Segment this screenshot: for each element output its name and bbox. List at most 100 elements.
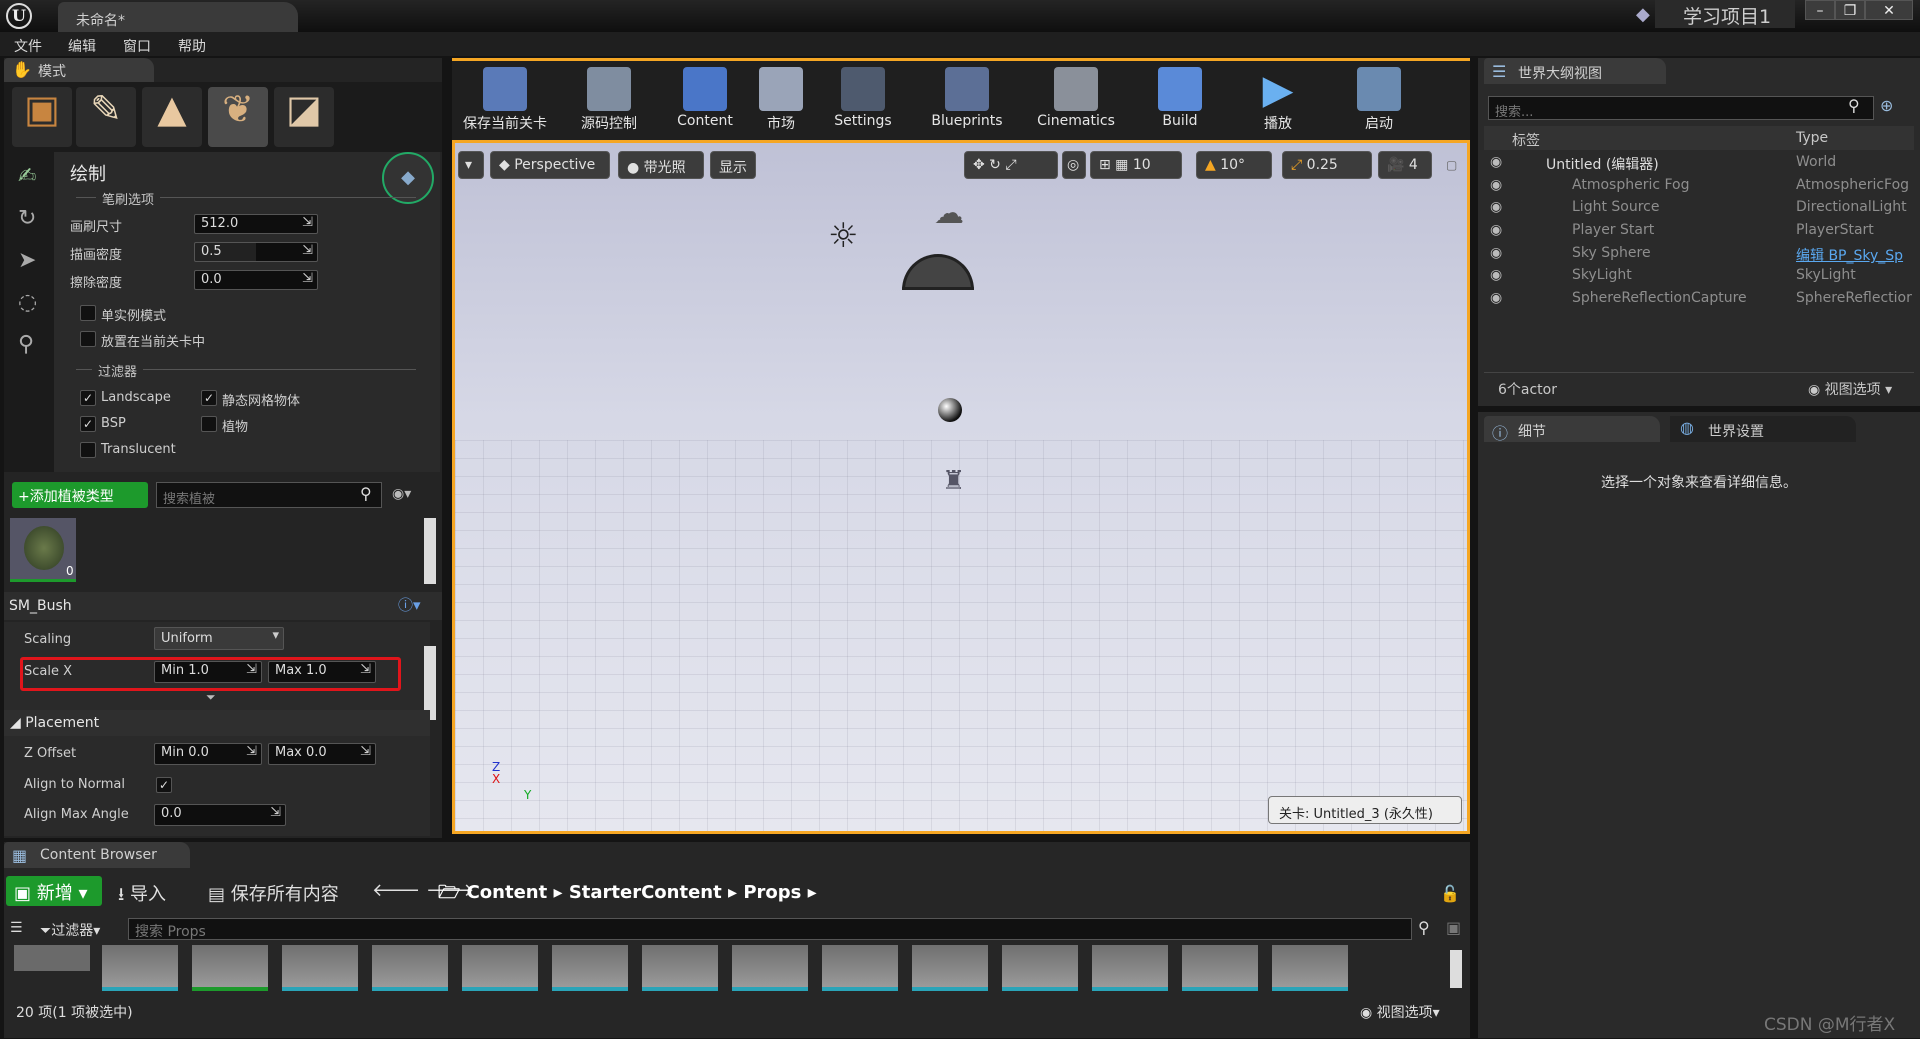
filters-button[interactable]: ⏷过滤器▾ [40,920,100,940]
source-control-button[interactable]: 源码控制 [558,61,660,143]
align-max-angle-input[interactable]: 0.0 ⇲ [154,804,286,826]
filter-foliage-checkbox[interactable] [201,416,217,432]
minimize-button[interactable]: – [1805,0,1835,20]
outliner-row[interactable]: ◉ Atmospheric Fog AtmosphericFog [1484,177,1914,200]
content-browser-tab[interactable]: Content Browser [4,842,190,868]
geometry-mode-icon[interactable]: ◪ [274,87,334,147]
perspective-button[interactable]: ◆ Perspective [490,151,610,179]
asset-thumbnail[interactable] [732,945,808,991]
info-icon[interactable]: ⓘ▾ [398,594,421,615]
player-start-icon[interactable]: ♜ [942,466,965,496]
light-source-icon[interactable]: ☼ [828,216,858,256]
asset-thumbnail[interactable] [372,945,448,991]
asset-thumbnail[interactable] [1182,945,1258,991]
asset-thumbnail[interactable] [1272,945,1348,991]
asset-thumbnail[interactable] [282,945,358,991]
add-foliage-type-button[interactable]: +添加植被类型 [12,482,148,508]
viewport-options-button[interactable]: ▾ [458,151,484,179]
menu-file[interactable]: 文件 [14,36,42,56]
new-button[interactable]: ▣ 新增 ▾ [6,876,102,906]
build-button[interactable]: Build [1132,61,1228,143]
filter-translucent-checkbox[interactable] [80,442,96,458]
reflection-capture-icon[interactable] [938,398,962,422]
content-view-options[interactable]: ◉ 视图选项▾ [1360,1002,1440,1022]
paint-tool-icon[interactable]: ✍ [18,164,36,189]
breadcrumb-props[interactable]: Props [743,882,801,903]
settings-button[interactable]: Settings [812,61,914,143]
play-button[interactable]: ▶ 播放 [1228,61,1328,143]
launch-button[interactable]: 启动 [1328,61,1430,143]
save-search-icon[interactable]: ▣ [1446,918,1461,937]
visibility-eye-icon[interactable]: ◉ [1490,290,1502,306]
z-offset-min-input[interactable]: Min 0.0 ⇲ [154,743,262,765]
outliner-row[interactable]: ◉ SphereReflectionCapture SphereReflectior [1484,290,1914,313]
z-offset-max-input[interactable]: Max 0.0 ⇲ [268,743,376,765]
reapply-tool-icon[interactable]: ↻ [18,206,36,231]
paint-mode-icon[interactable]: ✎ [76,87,136,147]
grid-snap-button[interactable]: ⊞ ▦ 10 [1090,151,1182,179]
foliage-mode-icon[interactable]: ❦ [208,87,268,147]
asset-thumbnail[interactable] [1092,945,1168,991]
visibility-eye-icon[interactable]: ◉ [1490,199,1502,215]
camera-speed-button[interactable]: 🎥 4 [1378,151,1432,179]
restore-button[interactable]: ❐ [1835,0,1865,20]
menu-edit[interactable]: 编辑 [68,36,96,56]
breadcrumb-startercontent[interactable]: StarterContent [569,882,722,903]
asset-thumbnail[interactable] [552,945,628,991]
search-foliage-input[interactable]: 搜索植被 [156,482,382,508]
scrollbar[interactable] [424,646,436,720]
visibility-eye-icon[interactable]: ◉ [1490,267,1502,283]
scale-snap-button[interactable]: ⤢ 0.25 [1282,151,1372,179]
transform-tools[interactable]: ✥ ↻ ⤢ [964,151,1058,179]
erase-density-input[interactable]: 0.0 ⇲ [194,270,318,290]
document-tab[interactable]: 未命名* [58,2,298,32]
asset-thumbnail[interactable] [822,945,898,991]
visibility-eye-icon[interactable]: ◉ [1490,222,1502,238]
atmospheric-fog-icon[interactable]: ☁ [934,196,964,231]
filter-landscape-checkbox[interactable]: ✓ [80,390,96,406]
lock-icon[interactable]: 🔓 [1440,884,1460,903]
expand-arrow-icon[interactable]: ⏷ [206,690,216,705]
add-filter-icon[interactable]: ⊕ [1880,96,1893,115]
sources-toggle-icon[interactable]: ☰ [10,920,23,936]
maximize-viewport-icon[interactable]: ▢ [1446,158,1457,172]
col-label[interactable]: 标签 [1512,130,1540,150]
col-type[interactable]: Type [1796,130,1828,146]
single-instance-checkbox[interactable] [80,305,96,321]
outliner-search-input[interactable]: 搜索... [1488,96,1874,120]
details-tab[interactable]: 细节 [1484,416,1660,442]
scale-x-min-input[interactable]: Min 1.0 ⇲ [154,661,262,683]
lit-button[interactable]: ● 带光照 [618,151,704,179]
asset-thumbnail[interactable] [14,945,90,971]
visibility-eye-icon[interactable]: ◉ [1490,245,1502,261]
filter-bsp-checkbox[interactable]: ✓ [80,416,96,432]
rotation-snap-button[interactable]: ▲ 10° [1196,151,1272,179]
scrollbar[interactable] [424,518,436,584]
align-normal-checkbox[interactable]: ✓ [156,777,172,793]
asset-thumbnail[interactable] [102,945,178,991]
scrollbar[interactable] [1450,950,1462,988]
asset-thumbnail[interactable] [192,945,268,991]
cinematics-button[interactable]: Cinematics [1020,61,1132,143]
asset-thumbnail[interactable] [642,945,718,991]
place-mode-icon[interactable]: ▣ [12,87,72,147]
import-button[interactable]: ⭳ 导入 [118,880,166,912]
blueprints-button[interactable]: Blueprints [914,61,1020,143]
visibility-eye-icon[interactable]: ◉ [1490,177,1502,193]
asset-thumbnail[interactable] [912,945,988,991]
world-local-icon[interactable]: ◎ [1062,151,1086,179]
show-button[interactable]: 显示 [710,151,756,179]
outliner-view-options[interactable]: ◉ 视图选项 ▾ [1808,379,1892,399]
scaling-dropdown[interactable]: Uniform ▾ [154,627,284,650]
content-search-input[interactable]: 搜索 Props [128,918,1412,940]
close-button[interactable]: ✕ [1865,0,1913,20]
select-tool-icon[interactable]: ➤ [18,248,36,273]
foliage-thumbnail[interactable]: 0 [10,518,76,582]
menu-window[interactable]: 窗口 [123,36,151,56]
lasso-tool-icon[interactable]: ◌ [18,290,37,315]
fill-tool-icon[interactable]: ⚲ [18,332,34,357]
menu-help[interactable]: 帮助 [178,36,206,56]
breadcrumb-content[interactable]: Content [467,882,548,903]
scale-x-max-input[interactable]: Max 1.0 ⇲ [268,661,376,683]
filter-static-mesh-checkbox[interactable]: ✓ [201,390,217,406]
